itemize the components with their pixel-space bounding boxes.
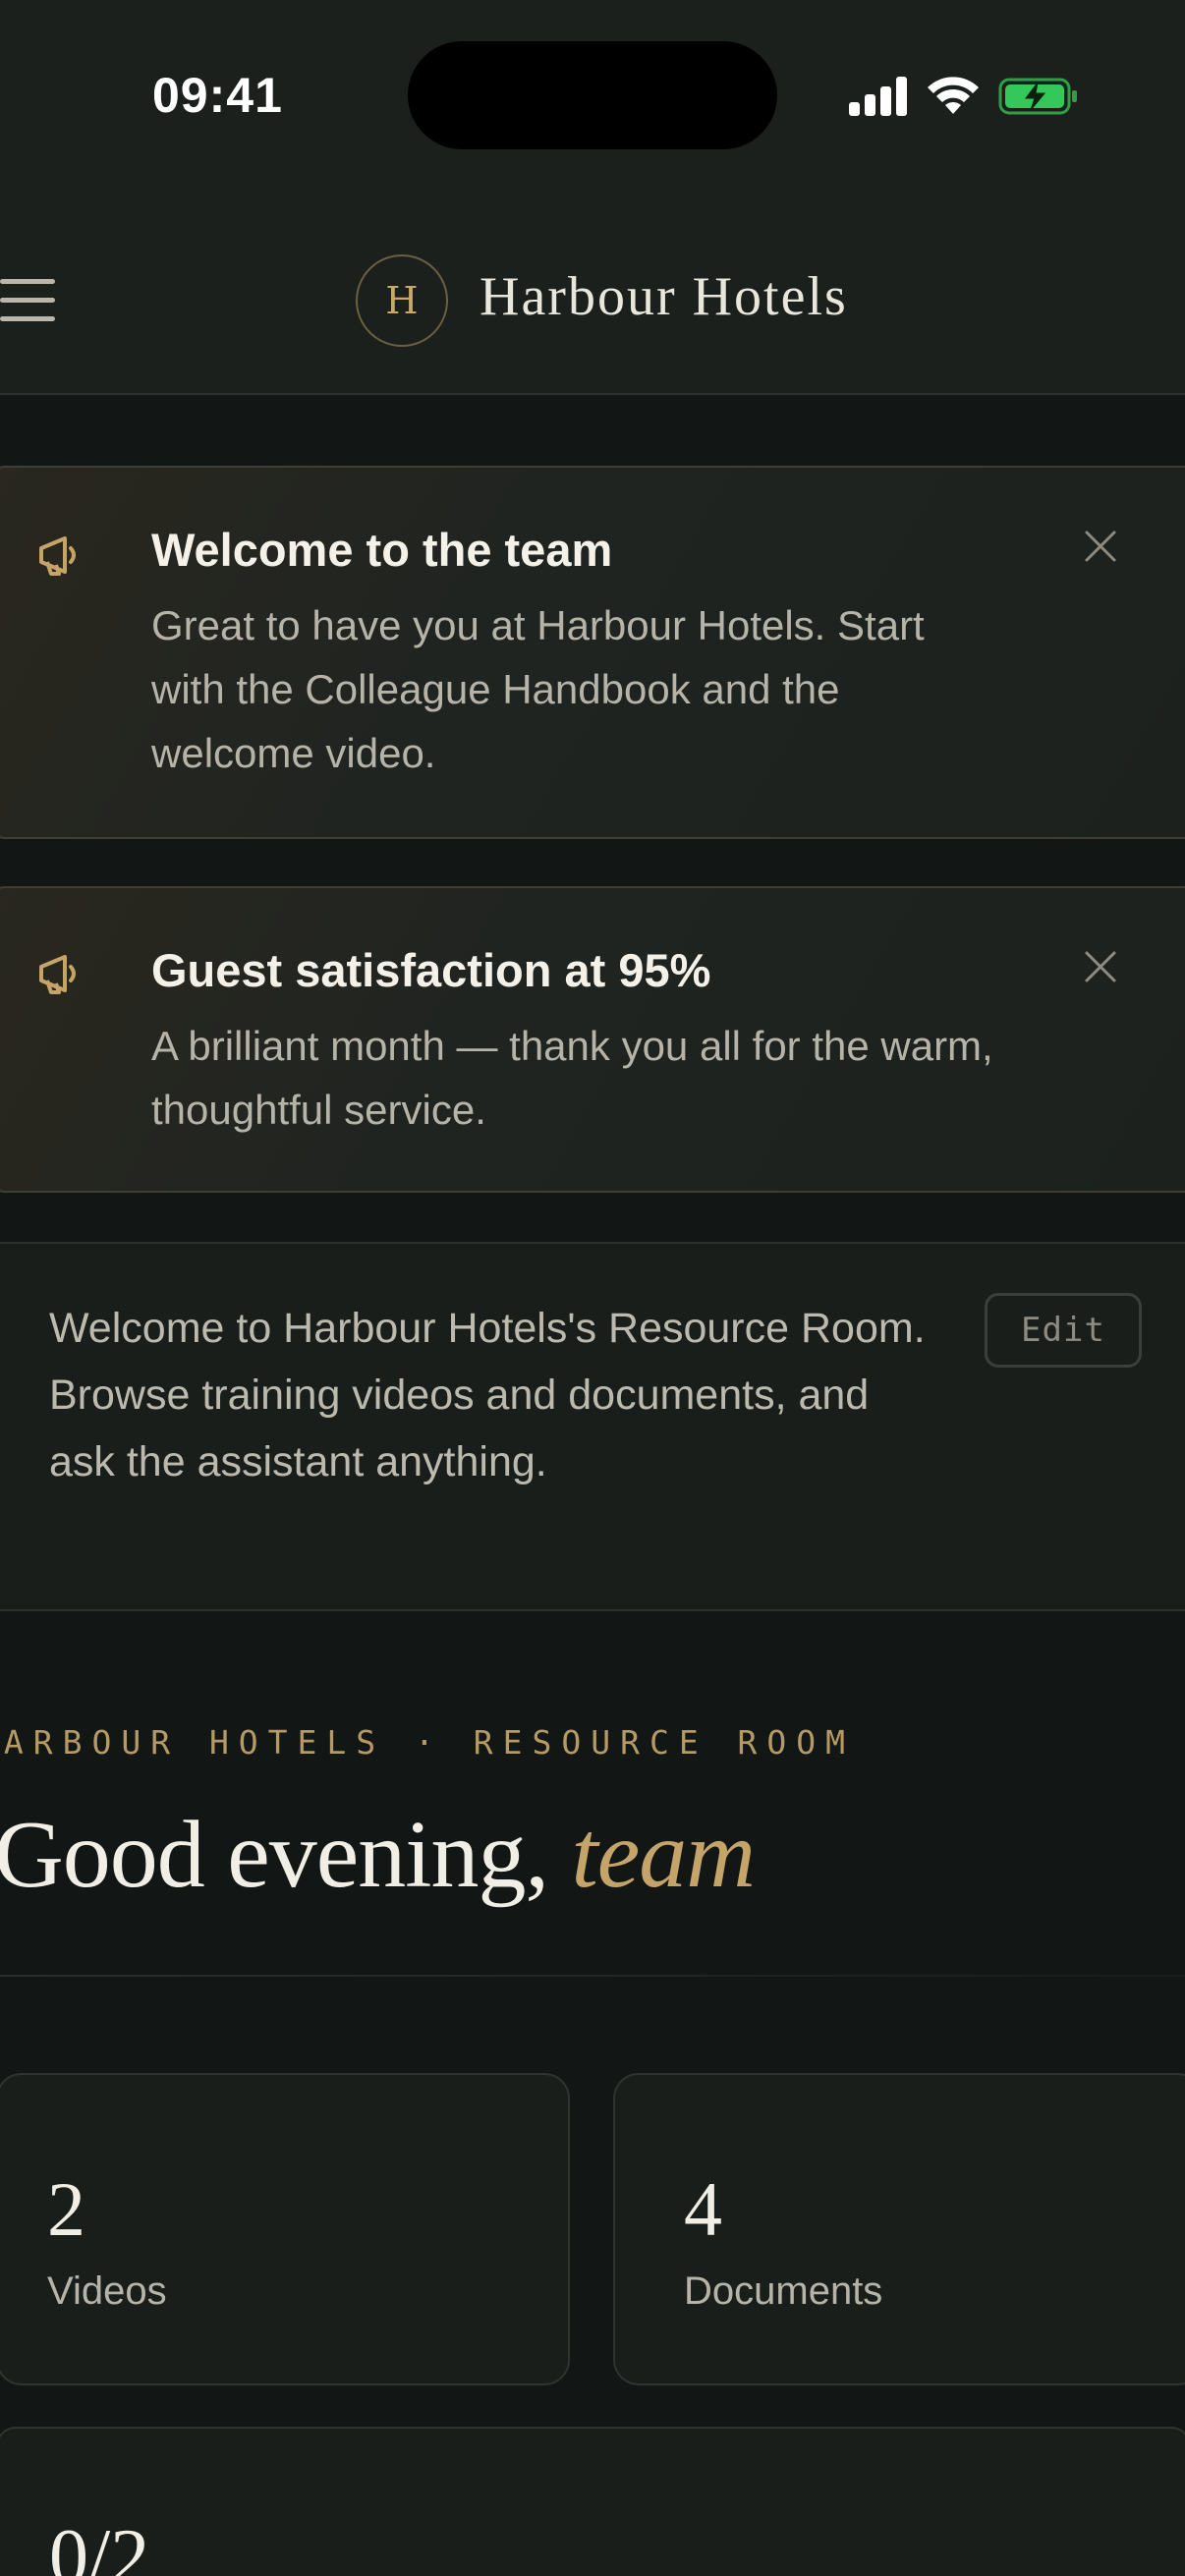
announcement-title: Welcome to the team: [151, 524, 613, 576]
status-bar: 09:41: [0, 0, 1185, 187]
megaphone-icon: [39, 955, 76, 994]
announcement-body: A brilliant month — thank you all for th…: [151, 1023, 993, 1133]
stat-card-documents[interactable]: 4 Documents: [613, 2073, 1185, 2385]
wifi-icon: [928, 77, 979, 114]
greeting-name: team: [571, 1802, 756, 1908]
intro-text: Welcome to Harbour Hotels's Resource Roo…: [49, 1305, 926, 1485]
announcement-body: Great to have you at Harbour Hotels. Sta…: [151, 602, 925, 776]
announcement-card: Welcome to the team Great to have you at…: [0, 466, 1185, 839]
cellular-signal-icon: [849, 77, 908, 116]
progress-value: 0/2: [49, 2514, 150, 2576]
stat-label: Videos: [47, 2269, 167, 2313]
close-icon[interactable]: [1083, 949, 1118, 984]
divider: [0, 1975, 1185, 1977]
edit-button[interactable]: Edit: [985, 1293, 1142, 1368]
progress-card: 0/2: [0, 2427, 1185, 2576]
eyebrow-label: HARBOUR HOTELS · RESOURCE ROOM: [0, 1723, 856, 1762]
hamburger-menu-icon[interactable]: [0, 277, 55, 324]
intro-card: Welcome to Harbour Hotels's Resource Roo…: [0, 1242, 1185, 1611]
close-icon[interactable]: [1083, 529, 1118, 564]
stat-label: Documents: [684, 2269, 883, 2313]
battery-charging-icon: [998, 78, 1077, 115]
announcement-title: Guest satisfaction at 95%: [151, 944, 711, 996]
brand-name[interactable]: Harbour Hotels: [480, 265, 848, 328]
stat-card-videos[interactable]: 2 Videos: [0, 2073, 570, 2385]
stat-value: 4: [684, 2166, 722, 2252]
greeting-text: Good evening,: [0, 1802, 549, 1908]
stat-value: 2: [47, 2166, 85, 2252]
status-time: 09:41: [152, 68, 283, 123]
brand-logo[interactable]: H: [356, 254, 448, 347]
dynamic-island: [408, 41, 777, 149]
announcement-card: Guest satisfaction at 95% A brilliant mo…: [0, 886, 1185, 1193]
greeting-heading: Good evening, team: [0, 1800, 756, 1910]
megaphone-icon: [39, 536, 76, 576]
